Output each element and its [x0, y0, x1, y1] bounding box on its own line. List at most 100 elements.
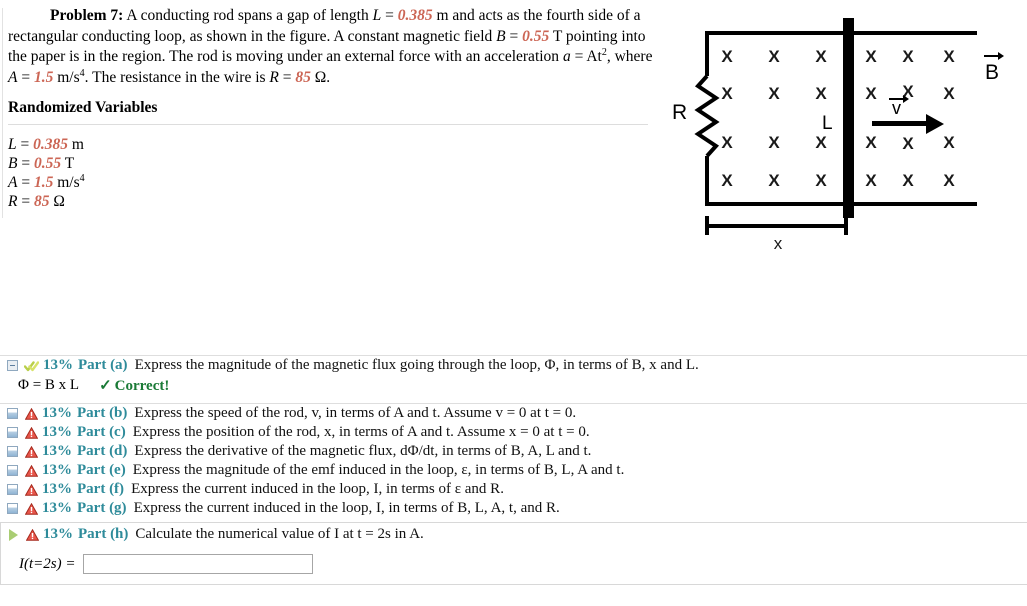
part-a-feedback: ✓ Correct! [99, 376, 169, 395]
part-row-g[interactable]: 13% Part (g) Express the current induced… [0, 499, 1027, 518]
part-label-e: Part (e) [77, 462, 126, 478]
randomized-variables-divider [8, 124, 648, 125]
part-percent-c: 13% [42, 424, 72, 440]
field-x-mark: X [865, 47, 877, 66]
problem-text-4: , where [606, 48, 653, 65]
rv-equals: = [21, 174, 31, 191]
rv-equals: = [20, 136, 30, 153]
collapse-toggle-a[interactable] [6, 360, 19, 371]
resistor-label: R [672, 101, 687, 124]
field-x-mark: X [902, 47, 914, 66]
randomized-variable-row: B = 0.55 T [8, 154, 85, 173]
part-row-a[interactable]: 13% Part (a) Express the magnitude of th… [0, 356, 1027, 375]
play-triangle-icon[interactable] [9, 528, 18, 541]
warning-triangle-icon [25, 445, 38, 458]
part-a-feedback-text: Correct! [114, 378, 170, 394]
value-B: 0.55 [522, 27, 550, 45]
answer-input[interactable] [83, 554, 314, 574]
field-x-mark: X [815, 171, 827, 190]
warning-triangle-icon [25, 407, 38, 420]
circuit-figure: X X X X X X X X X X X X X X X X X X X X … [660, 4, 1027, 254]
symbol-B: B [496, 27, 506, 45]
field-x-mark: X [768, 133, 780, 152]
equals-1: = [381, 7, 398, 24]
randomized-variables-title: Randomized Variables [8, 99, 158, 116]
part-a-answer: Φ = B x L [18, 377, 80, 393]
minus-square-icon[interactable] [7, 360, 18, 371]
equals-2: = [505, 27, 523, 45]
part-text-g: Express the current induced in the loop,… [133, 500, 560, 516]
part-label-f: Part (f) [77, 481, 125, 497]
rv-unit: m [71, 136, 84, 153]
warning-triangle-icon [25, 426, 38, 439]
part-text-a: Express the magnitude of the magnetic fl… [134, 357, 699, 373]
plus-square-icon[interactable] [7, 408, 18, 419]
plus-square-icon[interactable] [7, 484, 18, 495]
rv-equals: = [21, 155, 31, 172]
collapse-toggle-h[interactable] [7, 528, 20, 541]
warning-triangle-icon [25, 483, 38, 496]
expand-toggle-f[interactable] [6, 484, 19, 495]
rv-value: 0.385 [33, 136, 68, 153]
plus-square-icon[interactable] [7, 503, 18, 514]
field-label: B [985, 61, 999, 84]
part-a-answer-row: Φ = B x L ✓ Correct! [0, 375, 1027, 396]
expand-toggle-c[interactable] [6, 427, 19, 438]
part-row-b[interactable]: 13% Part (b) Express the speed of the ro… [0, 404, 1027, 423]
field-x-mark: X [902, 134, 914, 153]
part-row-c[interactable]: 13% Part (c) Express the position of the… [0, 423, 1027, 442]
part-row-e[interactable]: 13% Part (e) Express the magnitude of th… [0, 461, 1027, 480]
randomized-variable-row: L = 0.385 m [8, 135, 85, 154]
field-x-mark: X [721, 84, 733, 103]
part-row-f[interactable]: 13% Part (f) Express the current induced… [0, 480, 1027, 499]
problem-text-5: . The resistance in the wire is [84, 68, 270, 86]
part-row-h[interactable]: 13% Part (h) Calculate the numerical val… [1, 525, 1027, 544]
rv-unit-exponent: 4 [79, 172, 85, 184]
part-text-e: Express the magnitude of the emf induced… [132, 462, 625, 478]
left-gutter-rule [2, 8, 3, 218]
part-label-a: Part (a) [78, 357, 128, 373]
part-percent-d: 13% [42, 443, 72, 459]
distance-label: x [774, 234, 783, 253]
plus-square-icon[interactable] [7, 446, 18, 457]
warning-triangle-icon [25, 464, 38, 477]
field-x-mark: X [865, 84, 877, 103]
part-percent-e: 13% [42, 462, 72, 478]
part-text-h: Calculate the numerical value of I at t … [135, 526, 424, 542]
plus-square-icon[interactable] [7, 465, 18, 476]
field-x-mark: X [768, 84, 780, 103]
field-x-mark: X [902, 171, 914, 190]
unit-A: m/s [53, 68, 80, 86]
field-x-mark: X [865, 133, 877, 152]
rv-symbol: R [8, 193, 18, 210]
plus-square-icon[interactable] [7, 427, 18, 438]
randomized-variable-row: R = 85 Ω [8, 192, 85, 211]
expand-toggle-g[interactable] [6, 503, 19, 514]
field-x-mark: X [768, 47, 780, 66]
part-text-f: Express the current induced in the loop,… [131, 481, 504, 497]
velocity-label: v [892, 98, 901, 118]
part-label-h: Part (h) [78, 526, 129, 542]
field-x-mark: X [768, 171, 780, 190]
rv-symbol: A [8, 174, 18, 191]
rod-length-label: L [822, 113, 833, 134]
circuit-figure-svg: X X X X X X X X X X X X X X X X X X X X … [672, 18, 1004, 253]
field-x-mark: X [721, 133, 733, 152]
expand-toggle-b[interactable] [6, 408, 19, 419]
open-part-h: 13% Part (h) Calculate the numerical val… [0, 522, 1027, 585]
equals-4: = [278, 68, 296, 86]
expand-toggle-e[interactable] [6, 465, 19, 476]
field-x-mark: X [943, 47, 955, 66]
rv-unit: m/s [57, 174, 80, 191]
field-x-mark: X [865, 171, 877, 190]
field-x-mark: X [815, 133, 827, 152]
field-x-mark: X [721, 171, 733, 190]
part-row-d[interactable]: 13% Part (d) Express the derivative of t… [0, 442, 1027, 461]
value-L: 0.385 [397, 7, 433, 24]
expand-toggle-d[interactable] [6, 446, 19, 457]
rv-symbol: L [8, 136, 17, 153]
parts-list: 13% Part (a) Express the magnitude of th… [0, 355, 1027, 585]
field-x-mark: X [721, 47, 733, 66]
part-percent-h: 13% [43, 526, 73, 542]
part-percent-b: 13% [42, 405, 72, 421]
